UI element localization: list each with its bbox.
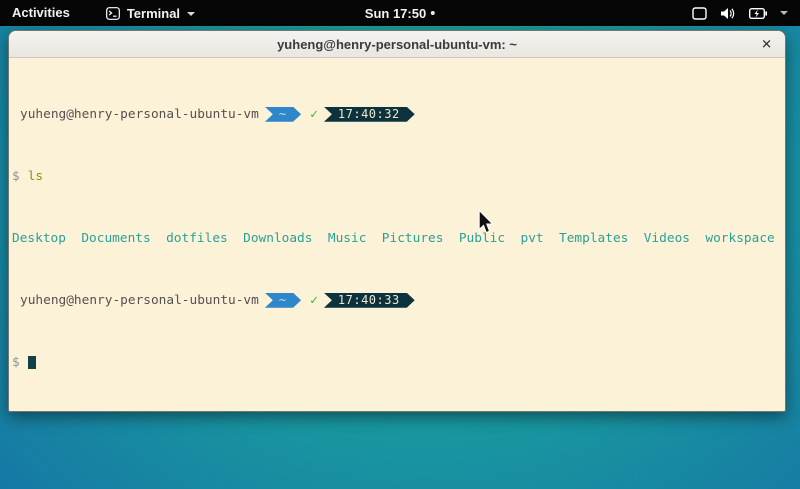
battery-charging-icon bbox=[749, 8, 767, 19]
command-line: $ ls bbox=[12, 169, 785, 185]
window-title: yuheng@henry-personal-ubuntu-vm: ~ bbox=[277, 37, 517, 52]
chevron-down-icon bbox=[187, 12, 195, 16]
activities-button[interactable]: Activities bbox=[0, 0, 82, 26]
prompt-line-1: yuheng@henry-personal-ubuntu-vm ~ ✓ 17:4… bbox=[12, 107, 785, 123]
prompt-user-host: yuheng@henry-personal-ubuntu-vm bbox=[20, 107, 259, 123]
prompt-line-2: yuheng@henry-personal-ubuntu-vm ~ ✓ 17:4… bbox=[12, 293, 785, 309]
prompt-cwd-segment: ~ bbox=[265, 107, 301, 122]
clock-label: Sun 17:50 bbox=[365, 6, 426, 21]
prompt-time-segment: 17:40:33 bbox=[324, 293, 415, 308]
window-titlebar[interactable]: yuheng@henry-personal-ubuntu-vm: ~ ✕ bbox=[9, 31, 785, 58]
desktop: Activities Terminal Sun 17:50 bbox=[0, 0, 800, 489]
app-menu-label: Terminal bbox=[127, 6, 180, 21]
volume-icon bbox=[720, 7, 736, 20]
ls-output: Desktop Documents dotfiles Downloads Mus… bbox=[12, 231, 785, 247]
prompt-time-segment: 17:40:32 bbox=[324, 107, 415, 122]
system-tray[interactable] bbox=[692, 0, 800, 26]
prompt-symbol: $ bbox=[12, 355, 20, 371]
notification-dot-icon bbox=[431, 11, 435, 15]
screen-icon bbox=[692, 7, 707, 20]
prompt-cwd-segment: ~ bbox=[265, 293, 301, 308]
current-prompt-line: $ bbox=[12, 355, 785, 371]
status-check-icon: ✓ bbox=[310, 293, 318, 309]
chevron-down-icon bbox=[780, 11, 788, 15]
text-cursor bbox=[28, 356, 36, 369]
top-bar: Activities Terminal Sun 17:50 bbox=[0, 0, 800, 26]
clock-button[interactable]: Sun 17:50 bbox=[365, 0, 435, 26]
status-check-icon: ✓ bbox=[310, 107, 318, 123]
app-menu-terminal[interactable]: Terminal bbox=[96, 0, 205, 26]
terminal-content[interactable]: yuheng@henry-personal-ubuntu-vm ~ ✓ 17:4… bbox=[9, 58, 785, 411]
typed-command: ls bbox=[28, 169, 43, 185]
terminal-window: yuheng@henry-personal-ubuntu-vm: ~ ✕ yuh… bbox=[8, 30, 786, 412]
terminal-icon bbox=[106, 7, 120, 20]
close-icon[interactable]: ✕ bbox=[761, 38, 772, 51]
prompt-user-host: yuheng@henry-personal-ubuntu-vm bbox=[20, 293, 259, 309]
prompt-symbol: $ bbox=[12, 169, 20, 185]
